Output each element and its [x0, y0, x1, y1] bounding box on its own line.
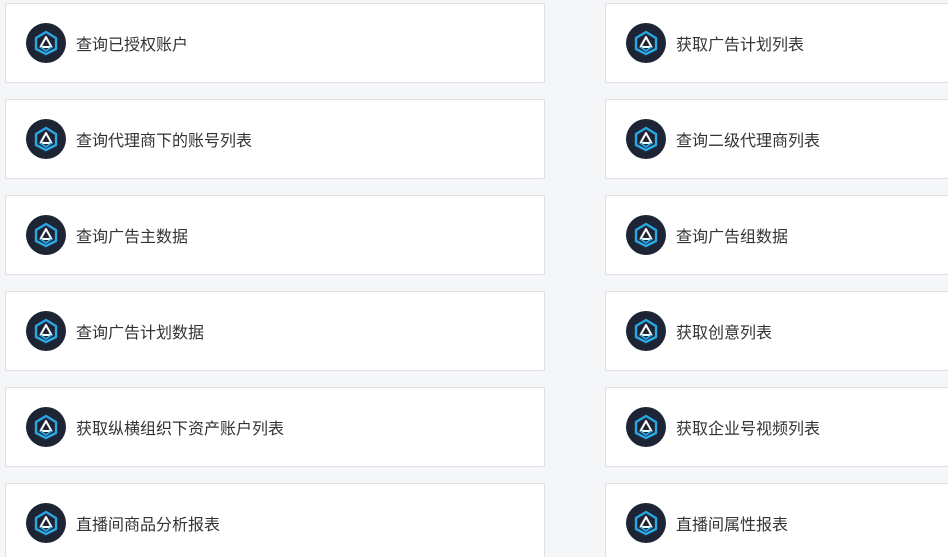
ocean-engine-logo-icon — [626, 23, 666, 63]
api-card-left-1[interactable]: 查询代理商下的账号列表 — [5, 99, 545, 179]
api-card-label: 直播间属性报表 — [676, 515, 789, 534]
api-card-left-2[interactable]: 查询广告主数据 — [5, 195, 545, 275]
ocean-engine-logo-icon — [626, 311, 666, 351]
api-card-label: 获取广告计划列表 — [676, 35, 805, 54]
ocean-engine-logo-icon — [626, 215, 666, 255]
api-card-right-3[interactable]: 获取创意列表 — [605, 291, 948, 371]
api-card-label: 获取创意列表 — [676, 323, 773, 342]
ocean-engine-logo-icon — [626, 503, 666, 543]
ocean-engine-logo-icon — [26, 503, 66, 543]
api-card-grid: 查询已授权账户 获取广告计划列表 查询代理商下的账号列表 查询二级代理商列表 查… — [0, 0, 948, 557]
api-card-left-4[interactable]: 获取纵横组织下资产账户列表 — [5, 387, 545, 467]
api-card-label: 查询二级代理商列表 — [676, 131, 821, 150]
api-card-label: 直播间商品分析报表 — [76, 515, 221, 534]
ocean-engine-logo-icon — [26, 119, 66, 159]
api-card-left-3[interactable]: 查询广告计划数据 — [5, 291, 545, 371]
ocean-engine-logo-icon — [26, 215, 66, 255]
ocean-engine-logo-icon — [26, 311, 66, 351]
api-card-right-2[interactable]: 查询广告组数据 — [605, 195, 948, 275]
api-card-right-1[interactable]: 查询二级代理商列表 — [605, 99, 948, 179]
api-card-label: 查询广告组数据 — [676, 227, 789, 246]
ocean-engine-logo-icon — [626, 119, 666, 159]
api-card-right-4[interactable]: 获取企业号视频列表 — [605, 387, 948, 467]
ocean-engine-logo-icon — [626, 407, 666, 447]
api-card-label: 查询已授权账户 — [76, 35, 189, 54]
ocean-engine-logo-icon — [26, 407, 66, 447]
api-card-label: 获取企业号视频列表 — [676, 419, 821, 438]
api-card-label: 获取纵横组织下资产账户列表 — [76, 419, 285, 438]
api-card-label: 查询广告主数据 — [76, 227, 189, 246]
api-card-left-5[interactable]: 直播间商品分析报表 — [5, 483, 545, 557]
ocean-engine-logo-icon — [26, 23, 66, 63]
api-card-left-0[interactable]: 查询已授权账户 — [5, 3, 545, 83]
api-card-right-5[interactable]: 直播间属性报表 — [605, 483, 948, 557]
api-card-label: 查询代理商下的账号列表 — [76, 131, 253, 150]
api-card-label: 查询广告计划数据 — [76, 323, 205, 342]
api-card-right-0[interactable]: 获取广告计划列表 — [605, 3, 948, 83]
